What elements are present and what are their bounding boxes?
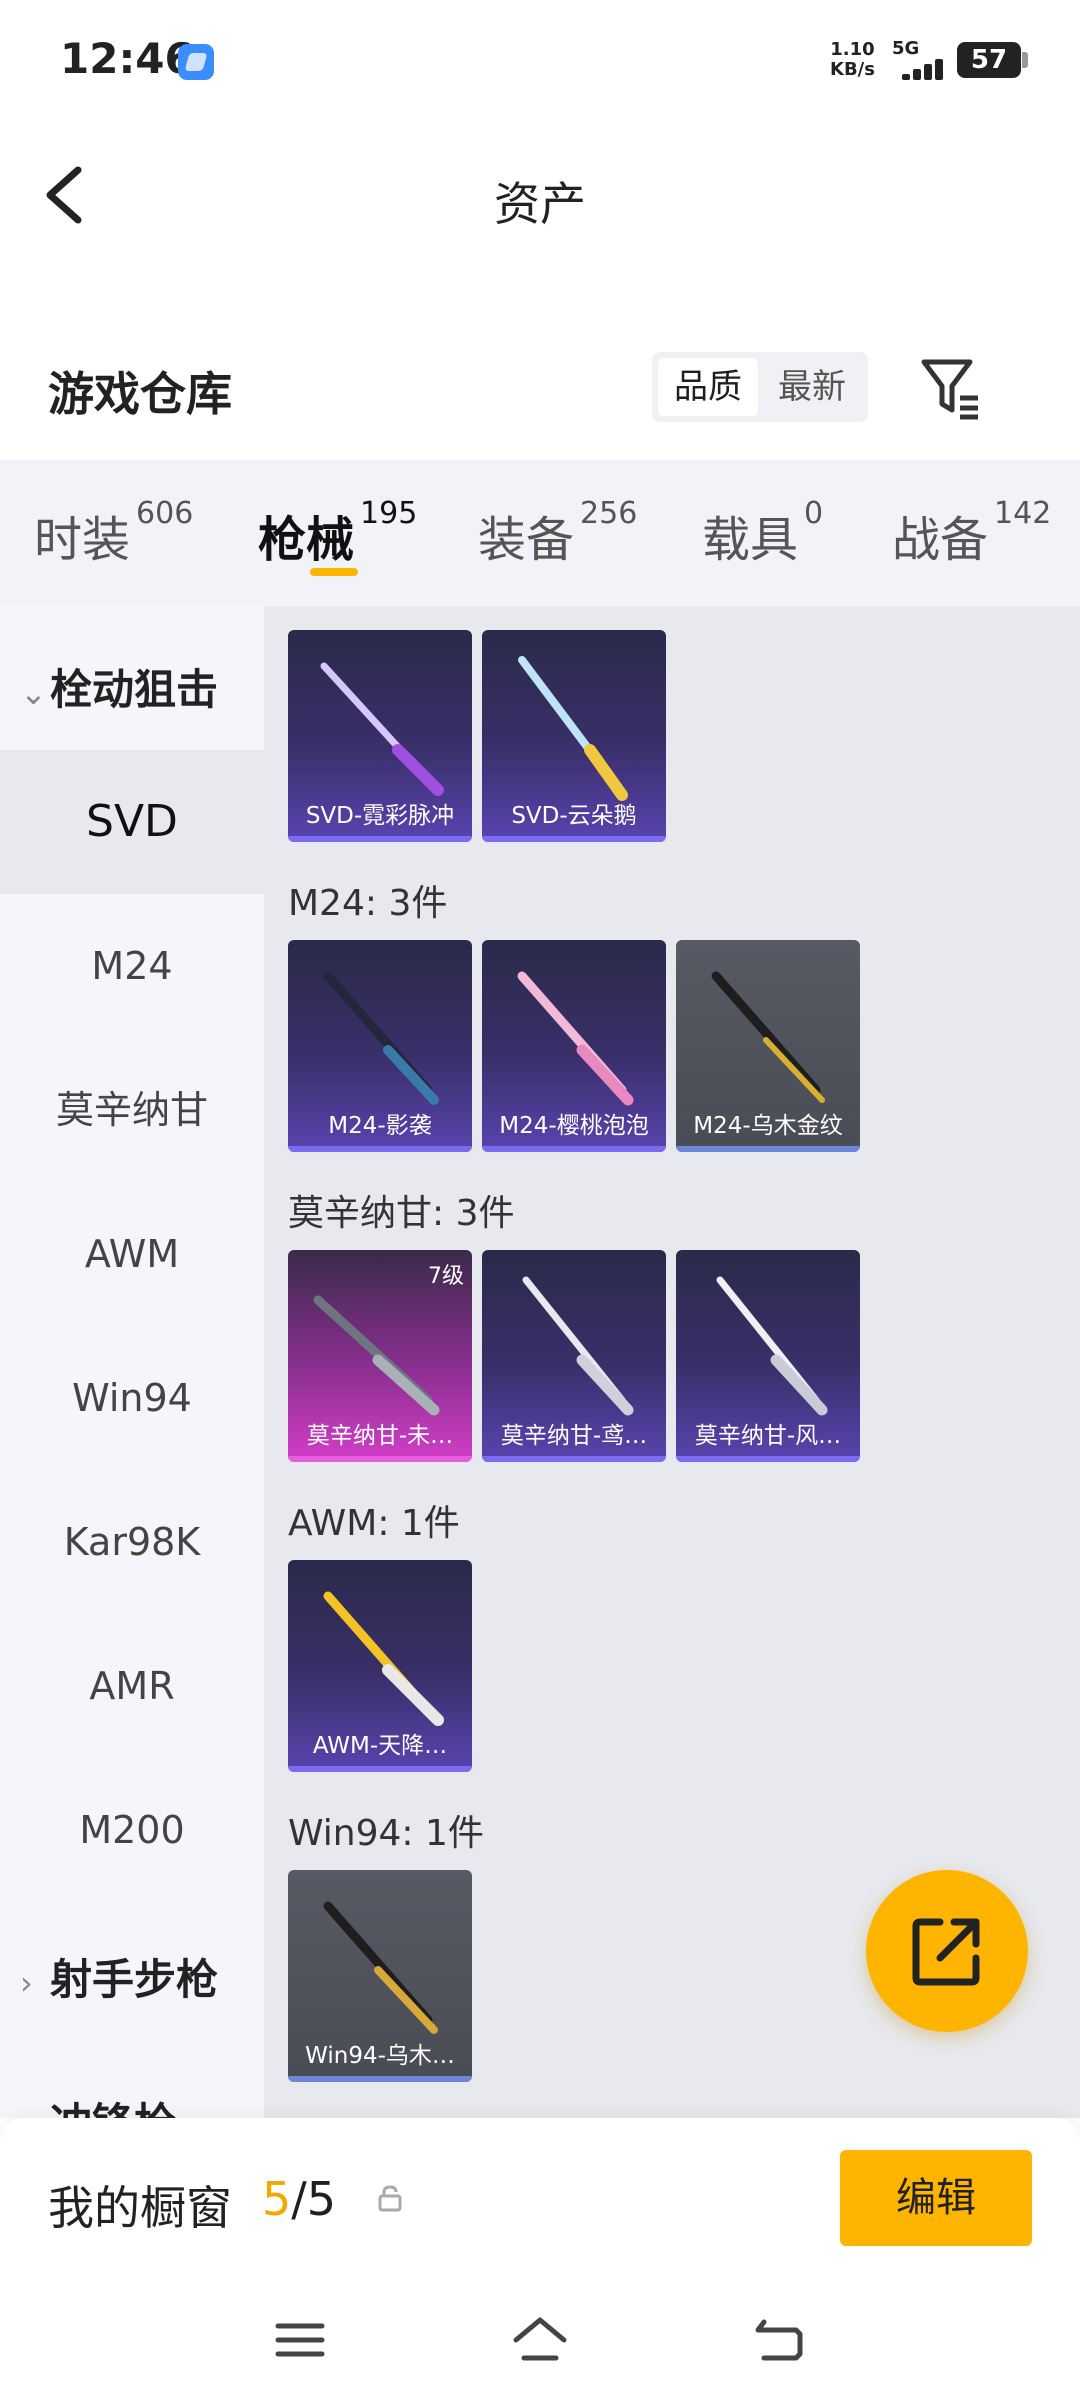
sidebar-group-label: 射手步枪 bbox=[50, 1955, 219, 2004]
menu-icon[interactable] bbox=[270, 2310, 330, 2370]
sidebar-group-label: 栓动狙击 bbox=[50, 665, 219, 714]
tab-count: 142 bbox=[994, 496, 1052, 531]
tab-label: 战备 bbox=[892, 512, 989, 568]
skin-name: M24-乌木金纹 bbox=[693, 1113, 843, 1139]
tab-equipment[interactable]: 装备 256 bbox=[478, 496, 637, 570]
app-notification-icon bbox=[178, 44, 214, 80]
sort-toggle: 品质 最新 bbox=[652, 352, 868, 422]
weapon-sidebar: ⌄栓动狙击 SVD M24 莫辛纳甘 AWM Win94 Kar98K AMR … bbox=[0, 606, 264, 2118]
sidebar-item-win94[interactable]: Win94 bbox=[0, 1326, 264, 1470]
chevron-down-icon: ⌄ bbox=[20, 674, 47, 712]
category-tabs: 时装 606 枪械 195 装备 256 载具 0 战备 142 bbox=[0, 460, 1080, 606]
tab-count: 195 bbox=[360, 496, 418, 531]
sidebar-group-label: 冲锋枪 bbox=[50, 2099, 176, 2118]
showcase-count: 5/5 bbox=[262, 2172, 336, 2226]
tab-fashion[interactable]: 时装 606 bbox=[34, 496, 193, 570]
network-speed: 1.10 KB/s bbox=[830, 40, 875, 80]
back-nav-icon[interactable] bbox=[750, 2310, 810, 2370]
skin-card[interactable]: M24-乌木金纹 bbox=[676, 940, 860, 1152]
sidebar-item-mosin[interactable]: 莫辛纳甘 bbox=[0, 1038, 264, 1182]
tab-count: 256 bbox=[580, 496, 638, 531]
network-speed-value: 1.10 bbox=[830, 39, 875, 60]
status-time: 12:46 bbox=[60, 34, 194, 83]
sidebar-item-kar98k[interactable]: Kar98K bbox=[0, 1470, 264, 1614]
group-label-m24: M24: 3件 bbox=[288, 883, 448, 924]
network-type: 5G bbox=[892, 38, 920, 59]
filter-icon bbox=[921, 359, 978, 420]
skin-card[interactable]: SVD-霓彩脉冲 bbox=[288, 630, 472, 842]
tab-label: 枪械 bbox=[258, 512, 355, 568]
share-external-icon bbox=[912, 1918, 980, 1986]
active-tab-indicator bbox=[310, 568, 358, 576]
skin-card[interactable]: M24-影袭 bbox=[288, 940, 472, 1152]
tab-vehicles[interactable]: 载具 0 bbox=[702, 496, 823, 570]
page-title: 资产 bbox=[494, 177, 586, 231]
skin-name: 莫辛纳甘-风… bbox=[694, 1423, 842, 1449]
sidebar-item-amr[interactable]: AMR bbox=[0, 1614, 264, 1758]
sidebar-item-awm[interactable]: AWM bbox=[0, 1182, 264, 1326]
tab-supplies[interactable]: 战备 142 bbox=[892, 496, 1051, 570]
tab-label: 时装 bbox=[34, 512, 131, 568]
showcase-count-total: /5 bbox=[291, 2172, 337, 2226]
tab-count: 606 bbox=[136, 496, 194, 531]
skin-name: 莫辛纳甘-未… bbox=[306, 1423, 454, 1449]
skin-card[interactable]: SVD-云朵鹅 bbox=[482, 630, 666, 842]
skin-card[interactable]: M24-樱桃泡泡 bbox=[482, 940, 666, 1152]
tab-label: 装备 bbox=[478, 512, 575, 568]
lock-icon bbox=[376, 2184, 404, 2212]
sidebar-item-svd[interactable]: SVD bbox=[0, 750, 264, 894]
showcase-count-current: 5 bbox=[262, 2172, 292, 2226]
skin-card[interactable]: 莫辛纳甘-鸢… bbox=[482, 1250, 666, 1462]
skin-card[interactable]: AWM-天降… bbox=[288, 1560, 472, 1772]
skin-card[interactable]: 7级 莫辛纳甘-未… bbox=[288, 1250, 472, 1462]
sidebar-group-marksman[interactable]: › 射手步枪 bbox=[20, 1946, 218, 2007]
tab-firearms[interactable]: 枪械 195 bbox=[258, 496, 417, 570]
skin-name: M24-影袭 bbox=[328, 1113, 432, 1139]
sort-quality-button[interactable]: 品质 bbox=[658, 358, 758, 416]
edit-button[interactable]: 编辑 bbox=[840, 2150, 1032, 2246]
skin-name: SVD-云朵鹅 bbox=[511, 803, 637, 829]
signal-icon bbox=[892, 58, 944, 80]
skin-name: AWM-天降… bbox=[312, 1733, 448, 1759]
sort-latest-button[interactable]: 最新 bbox=[762, 358, 862, 416]
skin-name: M24-樱桃泡泡 bbox=[499, 1113, 649, 1139]
sidebar-group-smg[interactable]: ›冲锋枪 bbox=[20, 2090, 176, 2118]
group-label-awm: AWM: 1件 bbox=[288, 1503, 460, 1544]
skin-card[interactable]: 莫辛纳甘-风… bbox=[676, 1250, 860, 1462]
network-speed-unit: KB/s bbox=[830, 59, 875, 80]
skin-name: Win94-乌木… bbox=[305, 2043, 455, 2069]
sidebar-item-m200[interactable]: M200 bbox=[0, 1758, 264, 1902]
home-icon[interactable] bbox=[510, 2310, 570, 2370]
filter-button[interactable] bbox=[920, 356, 984, 420]
section-title: 游戏仓库 bbox=[48, 367, 232, 421]
skin-name: 莫辛纳甘-鸢… bbox=[500, 1423, 648, 1449]
chevron-right-icon: › bbox=[20, 2108, 50, 2118]
tab-count: 0 bbox=[804, 496, 824, 531]
chevron-right-icon: › bbox=[20, 1964, 33, 2002]
sidebar-item-m24[interactable]: M24 bbox=[0, 894, 264, 1038]
battery-icon: 57 bbox=[957, 42, 1021, 78]
showcase-label: 我的橱窗 bbox=[48, 2181, 232, 2235]
tab-label: 载具 bbox=[702, 512, 799, 568]
share-button[interactable] bbox=[866, 1870, 1028, 2032]
sidebar-group-bolt-action[interactable]: ⌄栓动狙击 bbox=[20, 656, 218, 717]
skin-name: SVD-霓彩脉冲 bbox=[305, 803, 455, 829]
skin-card[interactable]: Win94-乌木… bbox=[288, 1870, 472, 2082]
group-label-mosin: 莫辛纳甘: 3件 bbox=[288, 1193, 515, 1234]
skin-level-badge: 7级 bbox=[428, 1264, 464, 1289]
group-label-win94: Win94: 1件 bbox=[288, 1813, 484, 1854]
battery-tip bbox=[1022, 52, 1028, 68]
